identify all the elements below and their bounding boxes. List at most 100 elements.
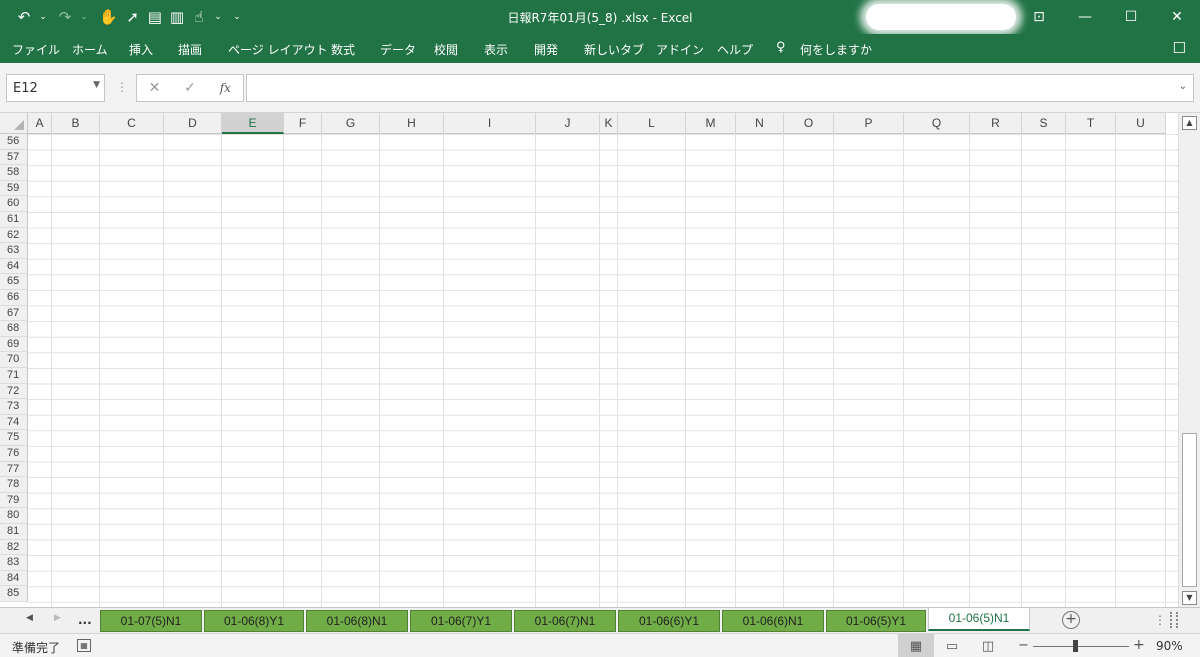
sheet-tab[interactable]: 01-06(8)N1 [306, 610, 408, 632]
row-header[interactable]: 66 [0, 290, 28, 306]
column-header-s[interactable]: S [1022, 113, 1066, 134]
column-header-p[interactable]: P [834, 113, 904, 134]
sheet-tab[interactable]: 01-06(6)N1 [722, 610, 824, 632]
page-break-view-icon[interactable]: ◫ [970, 634, 1006, 657]
row-header[interactable]: 62 [0, 227, 28, 244]
tell-me-search[interactable]: 何をしますか [800, 41, 872, 58]
tab-view[interactable]: 表示 [484, 41, 508, 58]
row-header[interactable]: 84 [0, 570, 28, 587]
column-header-c[interactable]: C [100, 113, 164, 134]
name-box[interactable]: E12 ▼ [6, 74, 105, 102]
column-header-j[interactable]: J [536, 113, 600, 134]
sheet-tab[interactable]: 01-06(7)Y1 [410, 610, 512, 632]
tab-split-handle[interactable] [1170, 612, 1178, 628]
prev-sheet-icon[interactable]: ◀ [26, 613, 33, 623]
row-header[interactable]: 81 [0, 524, 28, 540]
tab-overflow-icon[interactable]: ⋮ [1154, 613, 1166, 627]
more-sheets-button[interactable]: ... [78, 613, 92, 627]
scroll-down-icon[interactable]: ▼ [1182, 591, 1197, 605]
add-sheet-icon[interactable]: + [1062, 611, 1080, 629]
row-header[interactable]: 71 [0, 368, 28, 384]
sheet-tab-active[interactable]: 01-06(5)N1 [928, 608, 1030, 631]
sheet-tab[interactable]: 01-06(8)Y1 [204, 610, 304, 632]
name-box-dropdown-icon[interactable]: ▼ [93, 80, 100, 90]
row-header[interactable]: 65 [0, 274, 28, 290]
tab-formulas[interactable]: 数式 [331, 41, 355, 58]
row-header[interactable]: 68 [0, 321, 28, 337]
normal-view-icon[interactable]: ▦ [898, 634, 934, 657]
row-header[interactable]: 70 [0, 352, 28, 368]
formula-input[interactable]: ⌄ [246, 74, 1194, 102]
tab-page-layout[interactable]: ページ レイアウト [228, 41, 328, 58]
select-all-button[interactable] [0, 113, 28, 134]
sheet-tab[interactable]: 01-06(6)Y1 [618, 610, 720, 632]
tab-draw[interactable]: 描画 [178, 41, 202, 58]
zoom-slider[interactable] [1033, 646, 1129, 647]
cancel-icon[interactable]: ✕ [137, 75, 172, 101]
row-header[interactable]: 72 [0, 383, 28, 400]
macro-record-icon[interactable]: ▦ [77, 639, 91, 652]
insert-function-icon[interactable]: fx [208, 75, 243, 101]
tab-home[interactable]: ホーム [72, 41, 108, 58]
zoom-in-icon[interactable]: + [1133, 637, 1145, 653]
comments-icon[interactable]: ☐ [1173, 39, 1186, 57]
row-header[interactable]: 78 [0, 477, 28, 493]
column-header-h[interactable]: H [380, 113, 444, 134]
column-header-a[interactable]: A [28, 113, 52, 134]
tab-data[interactable]: データ [380, 41, 416, 58]
column-header-b[interactable]: B [52, 113, 100, 134]
column-header-i[interactable]: I [444, 113, 536, 134]
tab-addins[interactable]: アドイン [656, 41, 704, 58]
column-header-g[interactable]: G [322, 113, 380, 134]
row-header[interactable]: 83 [0, 555, 28, 571]
tab-help[interactable]: ヘルプ [717, 41, 753, 58]
row-header[interactable]: 56 [0, 134, 28, 150]
column-header-l[interactable]: L [618, 113, 686, 134]
zoom-level[interactable]: 90% [1156, 639, 1183, 653]
column-header-k[interactable]: K [600, 113, 618, 134]
tab-developer[interactable]: 開発 [534, 41, 558, 58]
worksheet-grid[interactable]: ABCDEFGHIJKLMNOPQRSTU 56 57 58 59 60 61 62 63 64… [0, 113, 1178, 607]
column-header-e[interactable]: E [222, 113, 284, 134]
column-header-m[interactable]: M [686, 113, 736, 134]
tab-file[interactable]: ファイル [12, 41, 60, 58]
row-header[interactable]: 76 [0, 446, 28, 462]
column-header-f[interactable]: F [284, 113, 322, 134]
tab-new-tab[interactable]: 新しいタブ [584, 41, 644, 58]
zoom-out-icon[interactable]: − [1018, 638, 1029, 653]
expand-formula-bar-icon[interactable]: ⌄ [1179, 81, 1187, 92]
minimize-button[interactable]: — [1062, 0, 1108, 34]
column-header-q[interactable]: Q [904, 113, 970, 134]
next-sheet-icon[interactable]: ▶ [54, 613, 61, 623]
page-layout-view-icon[interactable]: ▭ [934, 634, 970, 657]
zoom-slider-thumb[interactable] [1073, 640, 1078, 652]
row-header[interactable]: 75 [0, 430, 28, 446]
tab-insert[interactable]: 挿入 [129, 41, 153, 58]
maximize-button[interactable]: ☐ [1108, 0, 1154, 34]
column-header-o[interactable]: O [784, 113, 834, 134]
row-header[interactable]: 80 [0, 508, 28, 524]
row-header[interactable]: 69 [0, 336, 28, 353]
row-header[interactable]: 58 [0, 165, 28, 181]
column-header-t[interactable]: T [1066, 113, 1116, 134]
column-header-u[interactable]: U [1116, 113, 1166, 134]
row-header[interactable]: 60 [0, 196, 28, 212]
row-header[interactable]: 77 [0, 461, 28, 478]
sheet-tab[interactable]: 01-07(5)N1 [100, 610, 202, 632]
column-header-d[interactable]: D [164, 113, 222, 134]
vertical-scrollbar[interactable]: ▲ ▼ [1178, 113, 1200, 607]
tab-review[interactable]: 校閲 [434, 41, 458, 58]
row-header[interactable]: 67 [0, 305, 28, 322]
scroll-up-icon[interactable]: ▲ [1182, 116, 1197, 130]
column-header-r[interactable]: R [970, 113, 1022, 134]
sheet-tab[interactable]: 01-06(5)Y1 [826, 610, 926, 632]
row-header[interactable]: 61 [0, 212, 28, 228]
row-header[interactable]: 57 [0, 149, 28, 166]
row-header[interactable]: 73 [0, 399, 28, 415]
ribbon-display-options-button[interactable]: ⊡ [1016, 0, 1062, 34]
row-header[interactable]: 64 [0, 258, 28, 275]
row-header[interactable]: 74 [0, 414, 28, 431]
row-header[interactable]: 59 [0, 180, 28, 197]
scroll-thumb[interactable] [1182, 433, 1197, 587]
formula-bar-separator-icon[interactable]: ⋮ [116, 80, 128, 94]
